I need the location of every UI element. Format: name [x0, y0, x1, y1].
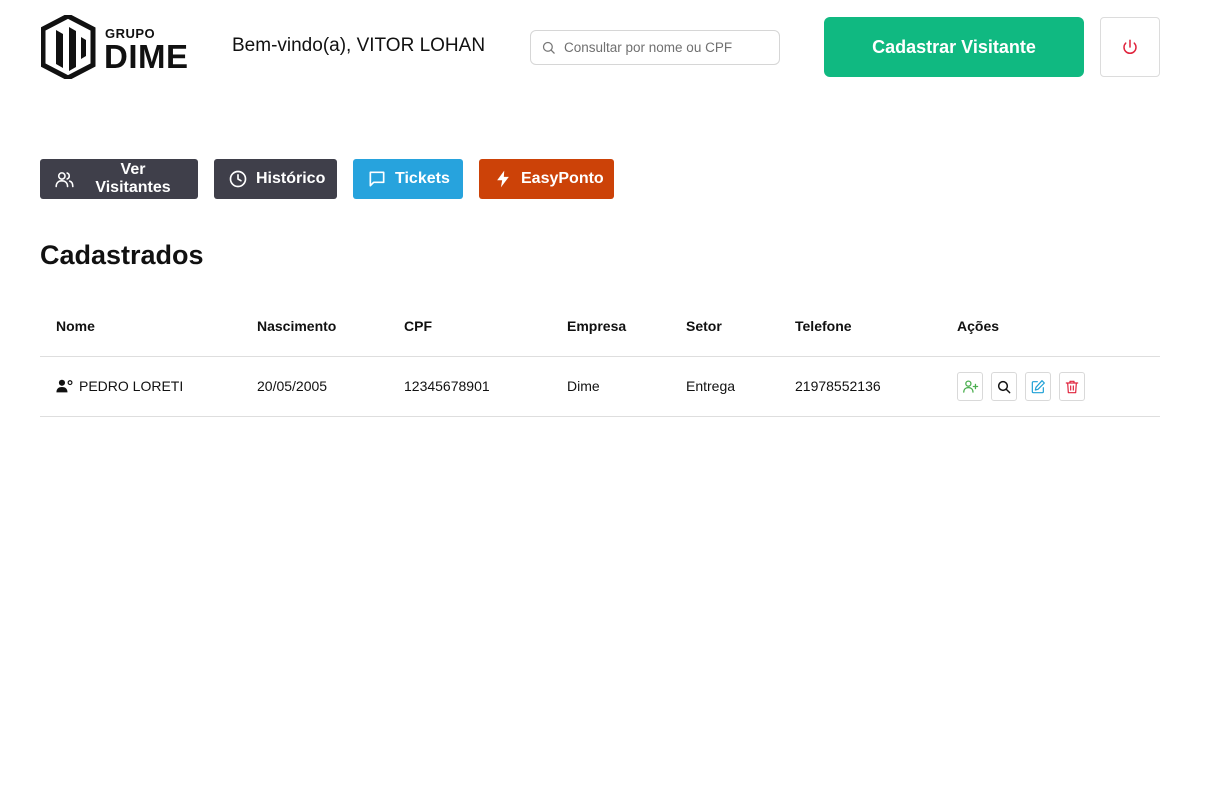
history-label: Histórico — [256, 170, 326, 187]
column-header-empresa: Empresa — [567, 318, 627, 334]
welcome-message: Bem-vindo(a), VITOR LOHAN — [232, 35, 486, 56]
section-title: Cadastrados — [40, 240, 204, 270]
brand-logo[interactable]: GRUPO DIME — [41, 15, 207, 79]
dime-logo-icon: GRUPO DIME — [41, 15, 189, 79]
view-visitors-button[interactable]: Ver Visitantes — [40, 159, 198, 199]
tickets-button[interactable]: Tickets — [353, 159, 463, 199]
users-icon — [55, 171, 74, 187]
power-icon — [1123, 39, 1137, 55]
clock-icon — [229, 170, 247, 188]
cell-nome: PEDRO LORETI — [56, 378, 183, 394]
easyponto-label: EasyPonto — [521, 170, 604, 187]
nav-buttons: Ver Visitantes Histórico Tickets EasyPon… — [40, 159, 614, 199]
edit-button[interactable] — [1025, 372, 1051, 401]
trash-icon — [1065, 380, 1079, 393]
history-button[interactable]: Histórico — [214, 159, 337, 199]
message-icon — [369, 171, 385, 187]
register-visitor-button[interactable]: Cadastrar Visitante — [824, 17, 1084, 77]
tickets-label: Tickets — [395, 170, 450, 187]
table-row: PEDRO LORETI 20/05/2005 12345678901 Dime… — [40, 357, 1160, 417]
svg-text:DIME: DIME — [104, 38, 189, 75]
logout-button[interactable] — [1100, 17, 1160, 77]
delete-button[interactable] — [1059, 372, 1085, 401]
search-input[interactable] — [564, 40, 769, 55]
table-header: Nome Nascimento CPF Empresa Setor Telefo… — [40, 297, 1160, 357]
register-entry-button[interactable] — [957, 372, 983, 401]
column-header-telefone: Telefone — [795, 318, 852, 334]
column-header-nascimento: Nascimento — [257, 318, 337, 334]
row-actions — [957, 372, 1085, 401]
visitors-table: Nome Nascimento CPF Empresa Setor Telefo… — [40, 297, 1160, 417]
bolt-icon — [497, 170, 509, 188]
search-box[interactable] — [530, 30, 780, 65]
edit-icon — [1031, 379, 1045, 393]
column-header-setor: Setor — [686, 318, 722, 334]
view-details-button[interactable] — [991, 372, 1017, 401]
column-header-cpf: CPF — [404, 318, 432, 334]
view-visitors-label: Ver Visitantes — [95, 161, 171, 196]
user-check-icon — [56, 379, 73, 393]
cell-cpf: 12345678901 — [404, 378, 490, 394]
page: GRUPO DIME Bem-vindo(a), VITOR LOHAN Cad… — [0, 0, 1215, 796]
user-plus-icon — [962, 380, 978, 393]
cell-setor: Entrega — [686, 378, 736, 394]
visitor-name: PEDRO LORETI — [79, 378, 184, 394]
cell-nascimento: 20/05/2005 — [257, 378, 328, 394]
column-header-nome: Nome — [56, 318, 95, 334]
search-icon — [997, 380, 1011, 393]
cell-empresa: Dime — [567, 378, 600, 394]
cell-telefone: 21978552136 — [795, 378, 881, 394]
easyponto-button[interactable]: EasyPonto — [479, 159, 614, 199]
column-header-acoes: Ações — [957, 318, 1000, 334]
search-icon — [542, 41, 555, 54]
